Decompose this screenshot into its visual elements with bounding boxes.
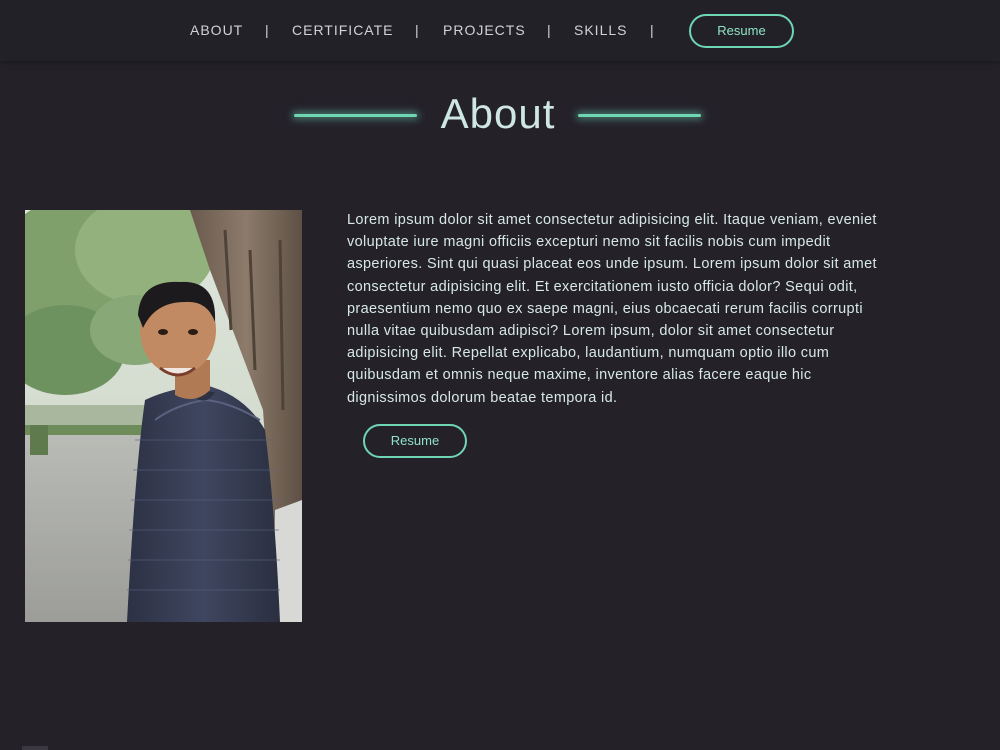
nav-link-about[interactable]: ABOUT [190,22,243,38]
nav-separator: | [415,22,419,38]
nav-link-certificate[interactable]: CERTIFICATE [292,22,394,38]
nav-separator: | [650,22,654,38]
title-decor-line-right [578,114,701,117]
about-resume-button[interactable]: Resume [363,424,467,458]
nav-separator: | [547,22,551,38]
nav-link-skills[interactable]: SKILLS [574,22,627,38]
about-section-title: About [440,90,556,137]
nav-resume-button[interactable]: Resume [689,14,794,48]
scroll-corner-indicator [22,746,48,750]
top-navbar: ABOUT | CERTIFICATE | PROJECTS | SKILLS … [0,0,1000,61]
about-paragraph: Lorem ipsum dolor sit amet consectetur a… [347,212,877,406]
profile-photo [25,210,302,622]
title-decor-line-left [294,114,417,117]
nav-link-projects[interactable]: PROJECTS [443,22,526,38]
nav-separator: | [265,22,269,38]
